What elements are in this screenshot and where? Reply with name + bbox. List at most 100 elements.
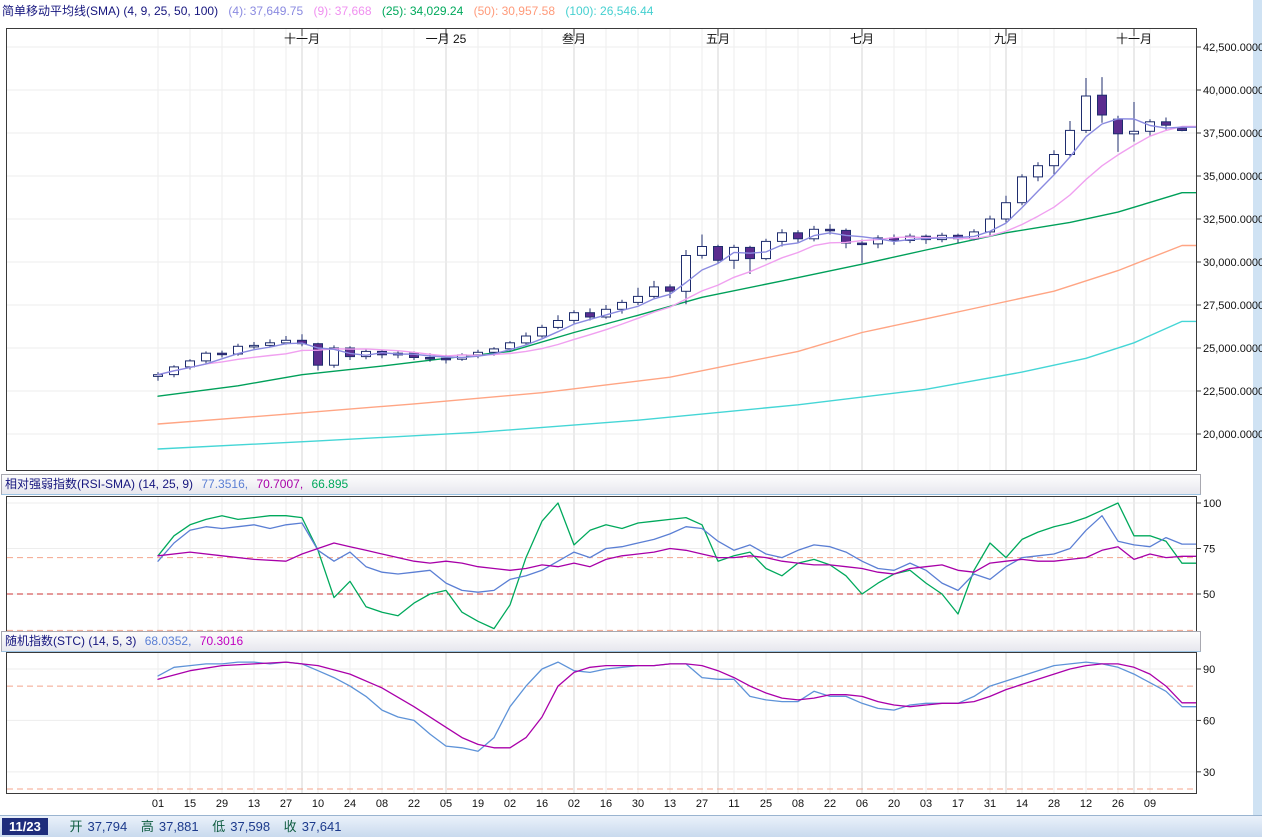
date-label: 24 [344, 798, 356, 810]
candle-down [1113, 118, 1123, 135]
candle-up [185, 360, 195, 368]
month-label: 叁月 [562, 31, 586, 46]
candle-down [1177, 127, 1187, 132]
sma-legend-bar: 简单移动平均线(SMA) (4, 9, 25, 50, 100) (4): 37… [0, 0, 1253, 22]
sma9-value: (9): 37,668 [313, 4, 372, 18]
sma4-line [157, 118, 1197, 376]
candle-down [793, 232, 803, 240]
candle-up [553, 320, 563, 328]
candle-up [521, 335, 531, 344]
candle-up [265, 342, 275, 346]
panel-border [6, 652, 1197, 794]
stc-main-line [157, 661, 1197, 752]
close-value: 37,641 [301, 819, 342, 834]
rsi-header-title: 相对强弱指数(RSI-SMA) (14, 25, 9) [5, 477, 194, 491]
date-label: 13 [248, 798, 260, 810]
y-axis-label: 22,500.0000 [1203, 386, 1262, 398]
y-axis-label: 37,500.0000 [1203, 128, 1262, 140]
date-label: 16 [536, 798, 548, 810]
low-label: 低 [212, 819, 226, 834]
y-axis-label: 27,500.0000 [1203, 300, 1262, 312]
close-label: 收 [283, 819, 297, 834]
date-label: 15 [184, 798, 196, 810]
candle-up [633, 295, 643, 303]
y-axis-label: 25,000.0000 [1203, 343, 1262, 355]
candle-down [1097, 94, 1107, 116]
month-label: 十一月 [284, 32, 320, 46]
candle-up [1017, 176, 1027, 204]
date-label: 27 [280, 798, 292, 810]
candle-down [441, 357, 451, 361]
candle-up [201, 352, 211, 362]
date-label: 02 [568, 798, 580, 810]
stc-axis-label: 30 [1203, 767, 1215, 779]
sma100-value: (100): 26,546.44 [565, 4, 654, 18]
date-label: 22 [408, 798, 420, 810]
date-label: 20 [888, 798, 900, 810]
date-label: 17 [952, 798, 964, 810]
rsi-slow-line [157, 542, 1197, 575]
candle-up [1129, 130, 1139, 135]
date-label: 03 [920, 798, 932, 810]
sma4-value: (4): 37,649.75 [228, 4, 304, 18]
y-axis-label: 42,500.0000 [1203, 42, 1262, 54]
date-label: 19 [472, 798, 484, 810]
candle-up [681, 255, 691, 292]
candle-down [217, 352, 227, 356]
rsi-value-fast: 66.895 [311, 477, 349, 491]
y-axis-label: 40,000.0000 [1203, 85, 1262, 97]
sma50-value: (50): 30,957.58 [473, 4, 556, 18]
candle-up [1049, 154, 1059, 167]
sma-legend-title: 简单移动平均线(SMA) (4, 9, 25, 50, 100) [2, 4, 219, 18]
stc-value-main: 68.0352, [144, 634, 192, 648]
candle-down [713, 246, 723, 261]
y-axis-label: 20,000.0000 [1203, 429, 1262, 441]
status-date-badge: 11/23 [2, 818, 48, 835]
rsi-axis-label: 100 [1203, 498, 1221, 510]
candle-up [473, 351, 483, 356]
date-label: 09 [1144, 798, 1156, 810]
sma9-line [157, 125, 1197, 376]
candle-up [1065, 129, 1075, 155]
candle-up [617, 301, 627, 310]
candle-up [649, 286, 659, 297]
date-label: 05 [440, 798, 452, 810]
trading-chart-window: 十一月 一月 25 叁月 五月 七月 九月 十一月 01 15 29 13 27 10 24 08 22 05 1… [0, 0, 1262, 837]
candle-down [1161, 121, 1171, 126]
month-label: 五月 [706, 32, 730, 46]
panel-border [6, 496, 1197, 632]
date-label: 10 [312, 798, 324, 810]
candle-down [585, 312, 595, 318]
low-value: 37,598 [230, 819, 271, 834]
status-bar: 11/23 开 37,794 高 37,881 低 37,598 收 37,641 [0, 815, 1262, 837]
stc-header-bar: 随机指数(STC) (14, 5, 3) 68.0352, 70.3016 [1, 631, 1201, 652]
ohlc-readout: 开 37,794 高 37,881 低 37,598 收 37,641 [59, 816, 341, 837]
chart-canvas[interactable]: 十一月 一月 25 叁月 五月 七月 九月 十一月 01 15 29 13 27 10 24 08 22 05 1… [0, 0, 1262, 837]
date-label: 25 [760, 798, 772, 810]
candle-up [1081, 95, 1091, 131]
stc-header-title: 随机指数(STC) (14, 5, 3) [5, 634, 137, 648]
y-axis-label: 35,000.0000 [1203, 171, 1262, 183]
month-label: 九月 [994, 32, 1018, 46]
y-axis-label: 30,000.0000 [1203, 257, 1262, 269]
date-label: 01 [152, 798, 164, 810]
rsi-fast-line [157, 502, 1197, 630]
candle-up [1001, 202, 1011, 220]
candle-up [281, 339, 291, 344]
candle-down [825, 228, 835, 232]
candle-down [857, 242, 867, 246]
date-label: 08 [376, 798, 388, 810]
month-label: 一月 25 [426, 32, 467, 46]
date-label: 13 [664, 798, 676, 810]
stc-axis-label: 60 [1203, 715, 1215, 727]
date-label: 16 [600, 798, 612, 810]
candle-down [425, 357, 435, 360]
rsi-axis-label: 50 [1203, 589, 1215, 601]
candle-up [697, 246, 707, 256]
date-label: 06 [856, 798, 868, 810]
candle-up [569, 312, 579, 321]
open-value: 37,794 [87, 819, 128, 834]
candle-up [777, 232, 787, 242]
rsi-main-line [157, 515, 1197, 593]
candle-up [505, 342, 515, 350]
